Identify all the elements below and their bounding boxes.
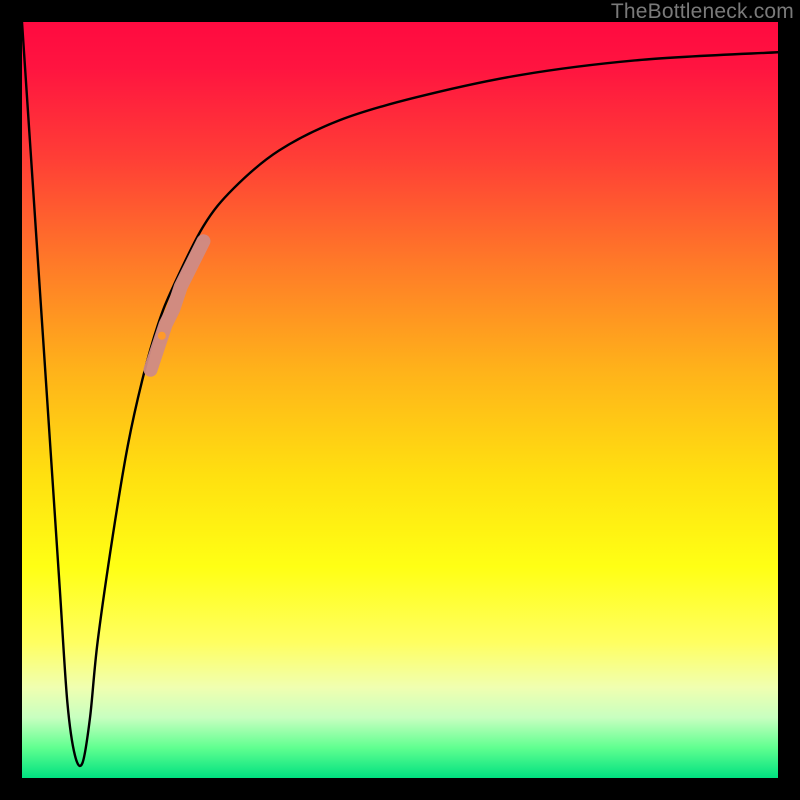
highlight-gap bbox=[158, 332, 166, 340]
highlight-segment bbox=[151, 241, 204, 370]
plot-area bbox=[22, 22, 778, 778]
chart-frame: TheBottleneck.com bbox=[0, 0, 800, 800]
highlight-stroke bbox=[151, 241, 204, 370]
watermark-text: TheBottleneck.com bbox=[611, 0, 794, 24]
chart-svg bbox=[22, 22, 778, 778]
bottleneck-curve bbox=[22, 22, 778, 766]
